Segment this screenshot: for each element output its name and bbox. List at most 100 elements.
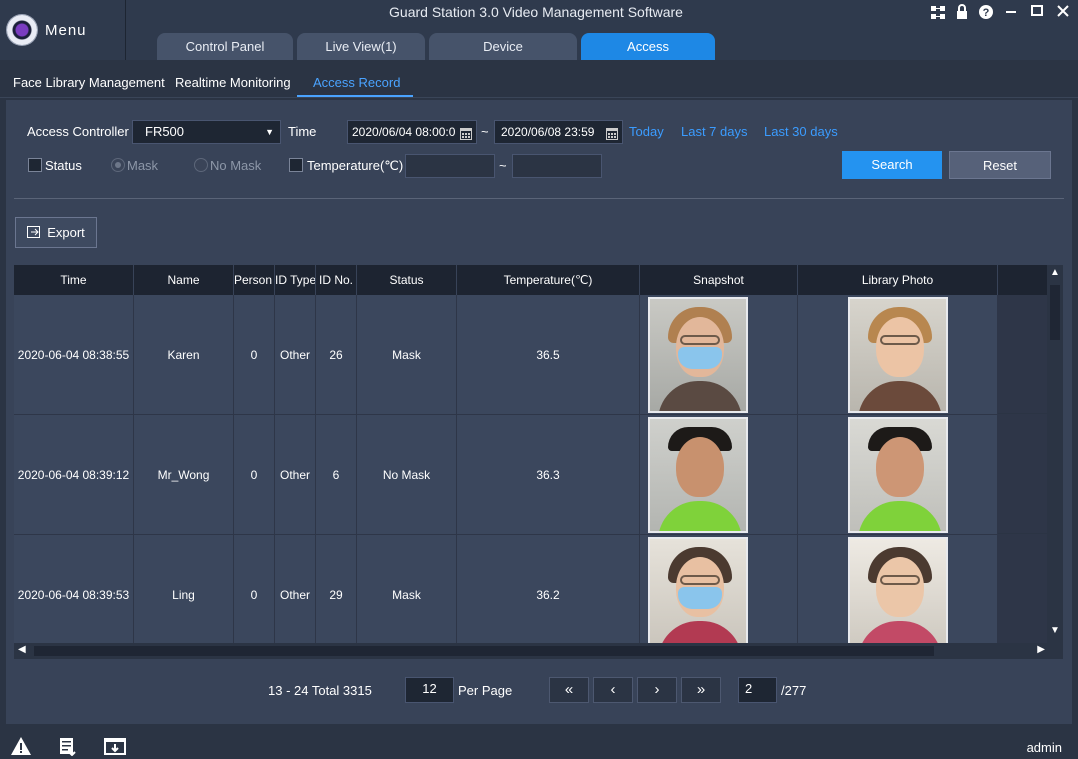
col-time[interactable]: Time (14, 265, 134, 295)
per-page-input[interactable]: 12 (405, 677, 454, 703)
alarm-icon[interactable] (10, 736, 32, 756)
temperature-min-input[interactable] (405, 154, 495, 178)
col-status[interactable]: Status (357, 265, 457, 295)
no-mask-radio[interactable] (194, 158, 208, 172)
cell-status: Mask (357, 535, 457, 654)
status-bar: admin (0, 732, 1078, 759)
time-label: Time (288, 124, 317, 139)
menu-label: Menu (45, 21, 87, 39)
search-button[interactable]: Search (842, 151, 942, 179)
first-page-button[interactable]: « (549, 677, 589, 703)
time-start-value: 2020/06/04 08:00:0 (352, 125, 456, 139)
col-library-photo[interactable]: Library Photo (798, 265, 998, 295)
export-button[interactable]: Export (15, 217, 97, 248)
col-person-id[interactable]: Person ID (234, 265, 275, 295)
mask-radio[interactable] (111, 158, 125, 172)
chevron-down-icon: ▼ (265, 127, 274, 137)
cell-time: 2020-06-04 08:39:53 (14, 535, 134, 654)
calendar-icon[interactable] (606, 125, 618, 147)
export-label: Export (47, 225, 85, 240)
horizontal-scroll-thumb[interactable] (34, 646, 934, 656)
tab-access-control[interactable]: Access Control (581, 33, 715, 81)
snapshot-image[interactable] (648, 416, 748, 533)
lock-icon[interactable] (954, 4, 970, 20)
download-icon[interactable] (104, 736, 126, 756)
status-checkbox[interactable] (28, 158, 42, 172)
temperature-checkbox[interactable] (289, 158, 303, 172)
cell-id-no: 6 (316, 415, 357, 534)
snapshot-image[interactable] (648, 536, 748, 653)
table-row[interactable]: 2020-06-04 08:39:53 Ling 0 Other 29 Mask… (14, 535, 1047, 654)
export-icon (27, 219, 41, 248)
col-snapshot[interactable]: Snapshot (640, 265, 798, 295)
cell-id-no: 26 (316, 295, 357, 414)
access-record-panel: Access Controller FR500 ▼ Time 2020/06/0… (6, 100, 1072, 724)
status-label: Status (45, 158, 82, 173)
cell-temperature: 36.3 (457, 415, 640, 534)
minimize-icon[interactable] (1004, 3, 1018, 19)
cell-person-id: 0 (234, 535, 275, 654)
library-photo-image[interactable] (848, 416, 948, 533)
cell-snapshot (640, 415, 798, 534)
scroll-right-icon[interactable]: ▶ (1037, 644, 1045, 655)
calendar-icon[interactable] (460, 125, 472, 147)
menu-button[interactable]: Menu (0, 0, 126, 60)
cell-name: Karen (134, 295, 234, 414)
cell-status: No Mask (357, 415, 457, 534)
tab-device-management[interactable]: Device Management (429, 33, 577, 81)
active-tab-indicator (297, 95, 413, 97)
next-page-button[interactable]: › (637, 677, 677, 703)
current-user[interactable]: admin (1027, 740, 1062, 755)
col-id-type[interactable]: ID Type (275, 265, 316, 295)
library-photo-image[interactable] (848, 296, 948, 413)
page-number-input[interactable]: 2 (738, 677, 777, 703)
svg-text:?: ? (983, 7, 990, 19)
library-photo-image[interactable] (848, 536, 948, 653)
double-chevron-right-icon: » (696, 681, 706, 698)
link-last-30-days[interactable]: Last 30 days (764, 124, 838, 139)
controller-select[interactable]: FR500 ▼ (132, 120, 281, 144)
vertical-scrollbar[interactable]: ▲ ▼ (1047, 265, 1063, 645)
cell-status: Mask (357, 295, 457, 414)
reset-button[interactable]: Reset (949, 151, 1051, 179)
scroll-down-icon[interactable]: ▼ (1047, 625, 1063, 636)
mask-label: Mask (127, 158, 159, 173)
vertical-scroll-thumb[interactable] (1050, 285, 1060, 340)
subtab-access-record[interactable]: Access Record (313, 75, 400, 90)
log-icon[interactable] (57, 736, 79, 757)
network-icon[interactable] (930, 4, 946, 20)
col-name[interactable]: Name (134, 265, 234, 295)
table-row[interactable]: 2020-06-04 08:39:12 Mr_Wong 0 Other 6 No… (14, 415, 1047, 534)
col-id-no[interactable]: ID No. (316, 265, 357, 295)
cell-id-type: Other (275, 295, 316, 414)
close-icon[interactable] (1056, 3, 1070, 19)
cell-id-no: 29 (316, 535, 357, 654)
tab-control-panel[interactable]: Control Panel (157, 33, 293, 60)
table-row[interactable]: 2020-06-04 08:38:55 Karen 0 Other 26 Mas… (14, 295, 1047, 414)
help-icon[interactable]: ? (978, 4, 994, 20)
divider (14, 198, 1064, 199)
snapshot-image[interactable] (648, 296, 748, 413)
tab-live-view[interactable]: Live View(1) (297, 33, 425, 60)
horizontal-scrollbar[interactable]: ◀ ▶ (14, 643, 1063, 659)
link-today[interactable]: Today (629, 124, 664, 139)
scroll-up-icon[interactable]: ▲ (1047, 267, 1063, 278)
per-page-label: Per Page (458, 683, 513, 698)
cell-name: Mr_Wong (134, 415, 234, 534)
subtab-realtime-monitoring[interactable]: Realtime Monitoring (175, 75, 291, 90)
time-end-input[interactable]: 2020/06/08 23:59 (494, 120, 623, 144)
scroll-left-icon[interactable]: ◀ (18, 644, 26, 655)
link-last-7-days[interactable]: Last 7 days (681, 124, 748, 139)
app-logo-icon (7, 15, 37, 45)
prev-page-button[interactable]: ‹ (593, 677, 633, 703)
col-extra (998, 265, 1047, 295)
cell-library-photo (798, 415, 998, 534)
temperature-max-input[interactable] (512, 154, 602, 178)
last-page-button[interactable]: » (681, 677, 721, 703)
col-temperature[interactable]: Temperature(℃) (457, 265, 640, 295)
time-start-input[interactable]: 2020/06/04 08:00:0 (347, 120, 477, 144)
maximize-icon[interactable] (1030, 3, 1044, 19)
subtab-face-library[interactable]: Face Library Management (13, 75, 165, 90)
temperature-label: Temperature(℃) (307, 158, 404, 173)
controller-label: Access Controller (27, 124, 129, 139)
